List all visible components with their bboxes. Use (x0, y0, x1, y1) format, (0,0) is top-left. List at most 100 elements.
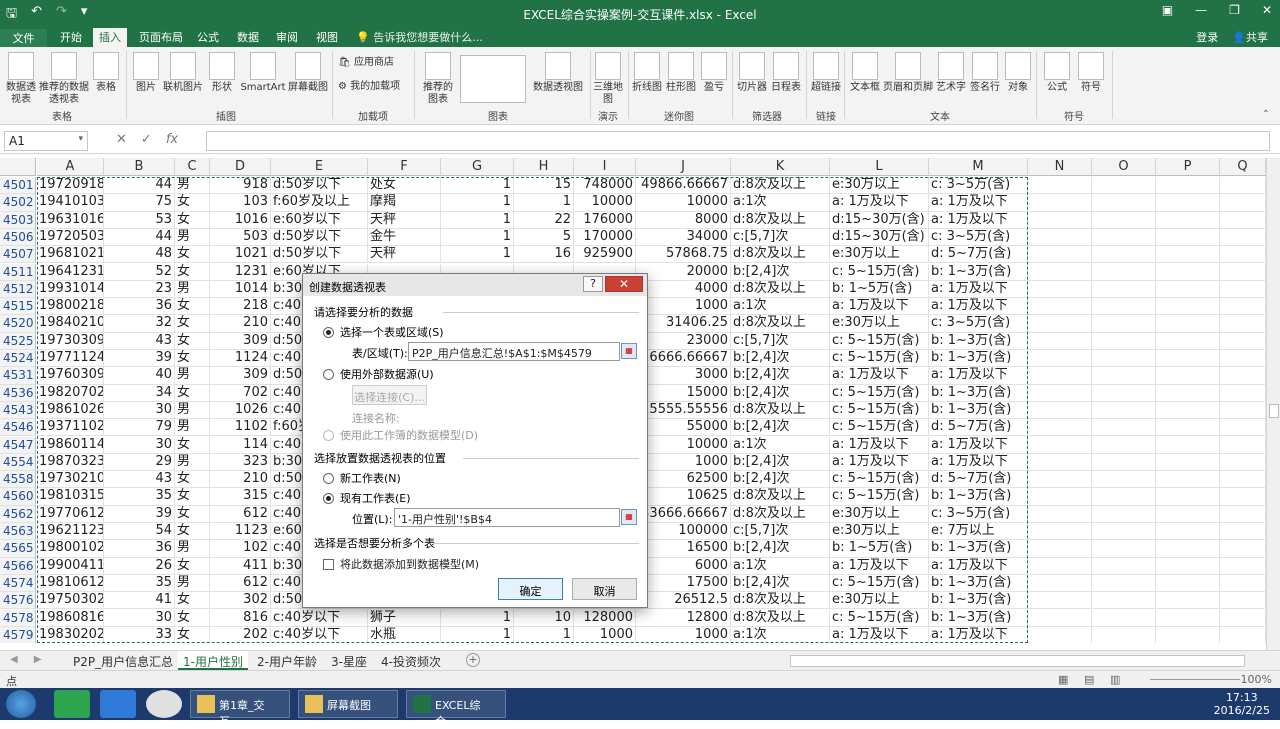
cell-m[interactable]: c: 3~5万(含) (929, 315, 1028, 333)
cell-e[interactable]: d:50岁以下 (271, 246, 368, 264)
cell-d[interactable]: 1014 (210, 280, 271, 299)
cell-a[interactable]: 19860114 (37, 436, 104, 454)
cell-m[interactable]: a: 1万及以下 (929, 280, 1028, 299)
column-header-p[interactable]: P (1156, 158, 1220, 176)
cell-c[interactable]: 女 (175, 384, 210, 402)
cell-a[interactable]: 19870323 (37, 453, 104, 472)
cell-m[interactable]: d: 5~7万(含) (929, 246, 1028, 264)
cell-l[interactable]: e:30万以上 (830, 505, 929, 523)
cell-c[interactable]: 女 (175, 263, 210, 281)
cell-p[interactable] (1156, 557, 1220, 575)
start-button[interactable] (6, 690, 36, 718)
cell-q[interactable] (1220, 488, 1266, 506)
cell-a[interactable]: 19770612 (37, 505, 104, 523)
cell-m[interactable]: a: 1万及以下 (929, 436, 1028, 454)
cell-c[interactable]: 男 (175, 419, 210, 437)
cell-m[interactable]: b: 1~3万(含) (929, 332, 1028, 350)
cell-m[interactable]: b: 1~3万(含) (929, 592, 1028, 610)
cell-q[interactable] (1220, 194, 1266, 212)
cell-p[interactable] (1156, 626, 1220, 643)
cell-j[interactable]: 8000 (636, 211, 731, 229)
cell-m[interactable]: c: 3~5万(含) (929, 177, 1028, 195)
cell-n[interactable] (1028, 557, 1092, 575)
cell-p[interactable] (1156, 419, 1220, 437)
cell-n[interactable] (1028, 298, 1092, 316)
cell-j[interactable]: 26512.5 (636, 592, 731, 610)
cell-f[interactable]: 天秤 (368, 211, 441, 229)
cell-j[interactable]: 100000 (636, 523, 731, 541)
column-header-m[interactable]: M (929, 158, 1028, 176)
cell-p[interactable] (1156, 211, 1220, 229)
cell-f[interactable]: 狮子 (368, 609, 441, 627)
cell-c[interactable]: 女 (175, 609, 210, 627)
cell-i[interactable]: 128000 (574, 609, 636, 627)
cell-c[interactable]: 女 (175, 626, 210, 643)
cell-n[interactable] (1028, 280, 1092, 299)
column-header-j[interactable]: J (636, 158, 731, 176)
column-header-g[interactable]: G (441, 158, 514, 176)
cell-d[interactable]: 309 (210, 367, 271, 385)
cell-e[interactable]: c:40岁以下 (271, 609, 368, 627)
cell-o[interactable] (1092, 332, 1156, 350)
cell-i[interactable]: 925900 (574, 246, 636, 264)
cell-c[interactable]: 男 (175, 401, 210, 420)
cell-j[interactable]: 10000 (636, 436, 731, 454)
cell-c[interactable]: 女 (175, 471, 210, 489)
cell-l[interactable]: c: 5~15万(含) (830, 332, 929, 350)
cell-p[interactable] (1156, 280, 1220, 299)
cell-l[interactable]: e:30万以上 (830, 523, 929, 541)
cell-o[interactable] (1092, 419, 1156, 437)
cell-n[interactable] (1028, 488, 1092, 506)
cell-l[interactable]: c: 5~15万(含) (830, 384, 929, 402)
pivotchart-button[interactable]: 数据透视图 (530, 52, 586, 94)
cell-l[interactable]: a: 1万及以下 (830, 194, 929, 212)
cell-c[interactable]: 女 (175, 298, 210, 316)
row-header[interactable]: 4531 (0, 367, 36, 385)
column-header-a[interactable]: A (37, 158, 104, 176)
cell-j[interactable]: 3000 (636, 367, 731, 385)
cell-l[interactable]: b: 1~5万(含) (830, 540, 929, 558)
column-header-q[interactable]: Q (1220, 158, 1266, 176)
cell-b[interactable]: 52 (104, 263, 175, 281)
cell-p[interactable] (1156, 436, 1220, 454)
cell-m[interactable]: b: 1~3万(含) (929, 384, 1028, 402)
tab-review[interactable]: 审阅 (276, 29, 298, 45)
cell-q[interactable] (1220, 505, 1266, 523)
scroll-thumb[interactable] (1269, 404, 1279, 418)
cell-l[interactable]: a: 1万及以下 (830, 453, 929, 472)
cell-a[interactable]: 19720503 (37, 228, 104, 247)
cell-b[interactable]: 40 (104, 367, 175, 385)
equation-button[interactable]: 公式 (1042, 52, 1072, 94)
cell-p[interactable] (1156, 263, 1220, 281)
row-header[interactable]: 4565 (0, 540, 36, 558)
cell-k[interactable]: a:1次 (731, 557, 830, 575)
radio-data-model[interactable]: 使用此工作簿的数据模型(D) (323, 427, 478, 443)
next-sheet-icon[interactable]: ▶ (34, 654, 42, 665)
cell-k[interactable]: b:[2,4]次 (731, 540, 830, 558)
cell-e[interactable]: d:50岁以下 (271, 177, 368, 195)
cell-d[interactable]: 102 (210, 540, 271, 558)
cell-q[interactable] (1220, 298, 1266, 316)
cell-b[interactable]: 43 (104, 332, 175, 350)
tab-file[interactable]: 文件 (0, 29, 47, 47)
cell-j[interactable]: 23000 (636, 332, 731, 350)
restore-icon[interactable]: ❐ (1229, 3, 1240, 17)
cell-k[interactable]: d:8次及以上 (731, 592, 830, 610)
cell-n[interactable] (1028, 367, 1092, 385)
cell-k[interactable]: c:[5,7]次 (731, 332, 830, 350)
cell-c[interactable]: 男 (175, 540, 210, 558)
tell-me-search[interactable]: 💡 告诉我您想要做什么... (356, 29, 483, 45)
cell-b[interactable]: 33 (104, 626, 175, 643)
cell-a[interactable]: 19720918 (37, 177, 104, 195)
cell-b[interactable]: 39 (104, 350, 175, 368)
cell-h[interactable]: 1 (514, 626, 574, 643)
cell-o[interactable] (1092, 367, 1156, 385)
taskbar-excel[interactable]: EXCEL综合... (406, 690, 506, 728)
cell-b[interactable]: 79 (104, 419, 175, 437)
cell-g[interactable]: 1 (441, 211, 514, 229)
cell-d[interactable]: 1021 (210, 246, 271, 264)
cell-k[interactable]: d:8次及以上 (731, 488, 830, 506)
cell-m[interactable]: b: 1~3万(含) (929, 574, 1028, 593)
cell-k[interactable]: c:[5,7]次 (731, 523, 830, 541)
cell-p[interactable] (1156, 315, 1220, 333)
